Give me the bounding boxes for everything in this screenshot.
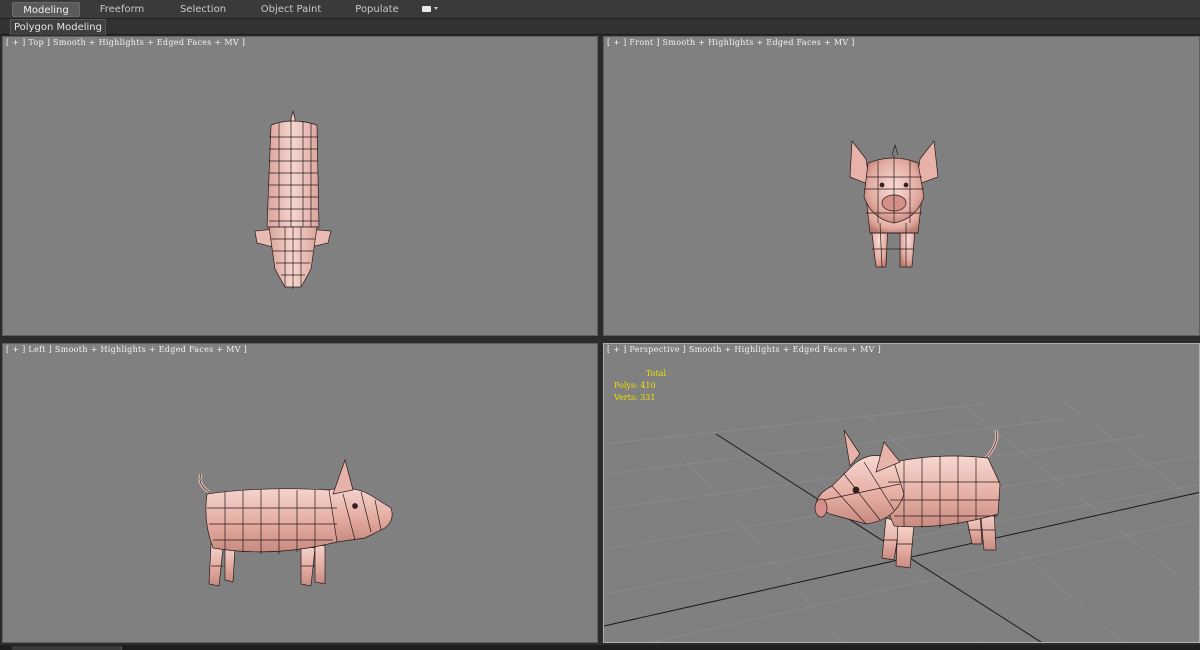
ribbon-panel-bar: Polygon Modeling [0, 19, 1200, 35]
status-strip [0, 645, 1200, 650]
status-strip-segment [12, 646, 122, 650]
tab-populate[interactable]: Populate [348, 2, 406, 17]
viewport-perspective[interactable]: [ + ] Perspective ] Smooth + Highlights … [603, 343, 1200, 643]
viewport-left[interactable]: [ + ] Left ] Smooth + Highlights + Edged… [2, 343, 598, 643]
polygon-modeling-panel[interactable]: Polygon Modeling [10, 19, 106, 35]
tab-modeling[interactable]: Modeling [12, 2, 80, 17]
tab-selection[interactable]: Selection [172, 2, 234, 17]
viewport-top[interactable]: [ + ] Top ] Smooth + Highlights + Edged … [2, 36, 598, 336]
tab-object-paint[interactable]: Object Paint [255, 2, 327, 17]
pig-model-left-view[interactable] [3, 344, 598, 643]
ribbon-tab-bar: Modeling Freeform Selection Object Paint… [0, 0, 1200, 19]
pig-model-front-view[interactable] [604, 37, 1200, 336]
tab-freeform[interactable]: Freeform [92, 2, 152, 17]
pig-model-perspective-view[interactable] [604, 344, 1200, 643]
pig-model-top-view[interactable] [3, 37, 598, 336]
viewport-front[interactable]: [ + ] Front ] Smooth + Highlights + Edge… [603, 36, 1200, 336]
minimize-ribbon-icon[interactable] [420, 4, 440, 15]
